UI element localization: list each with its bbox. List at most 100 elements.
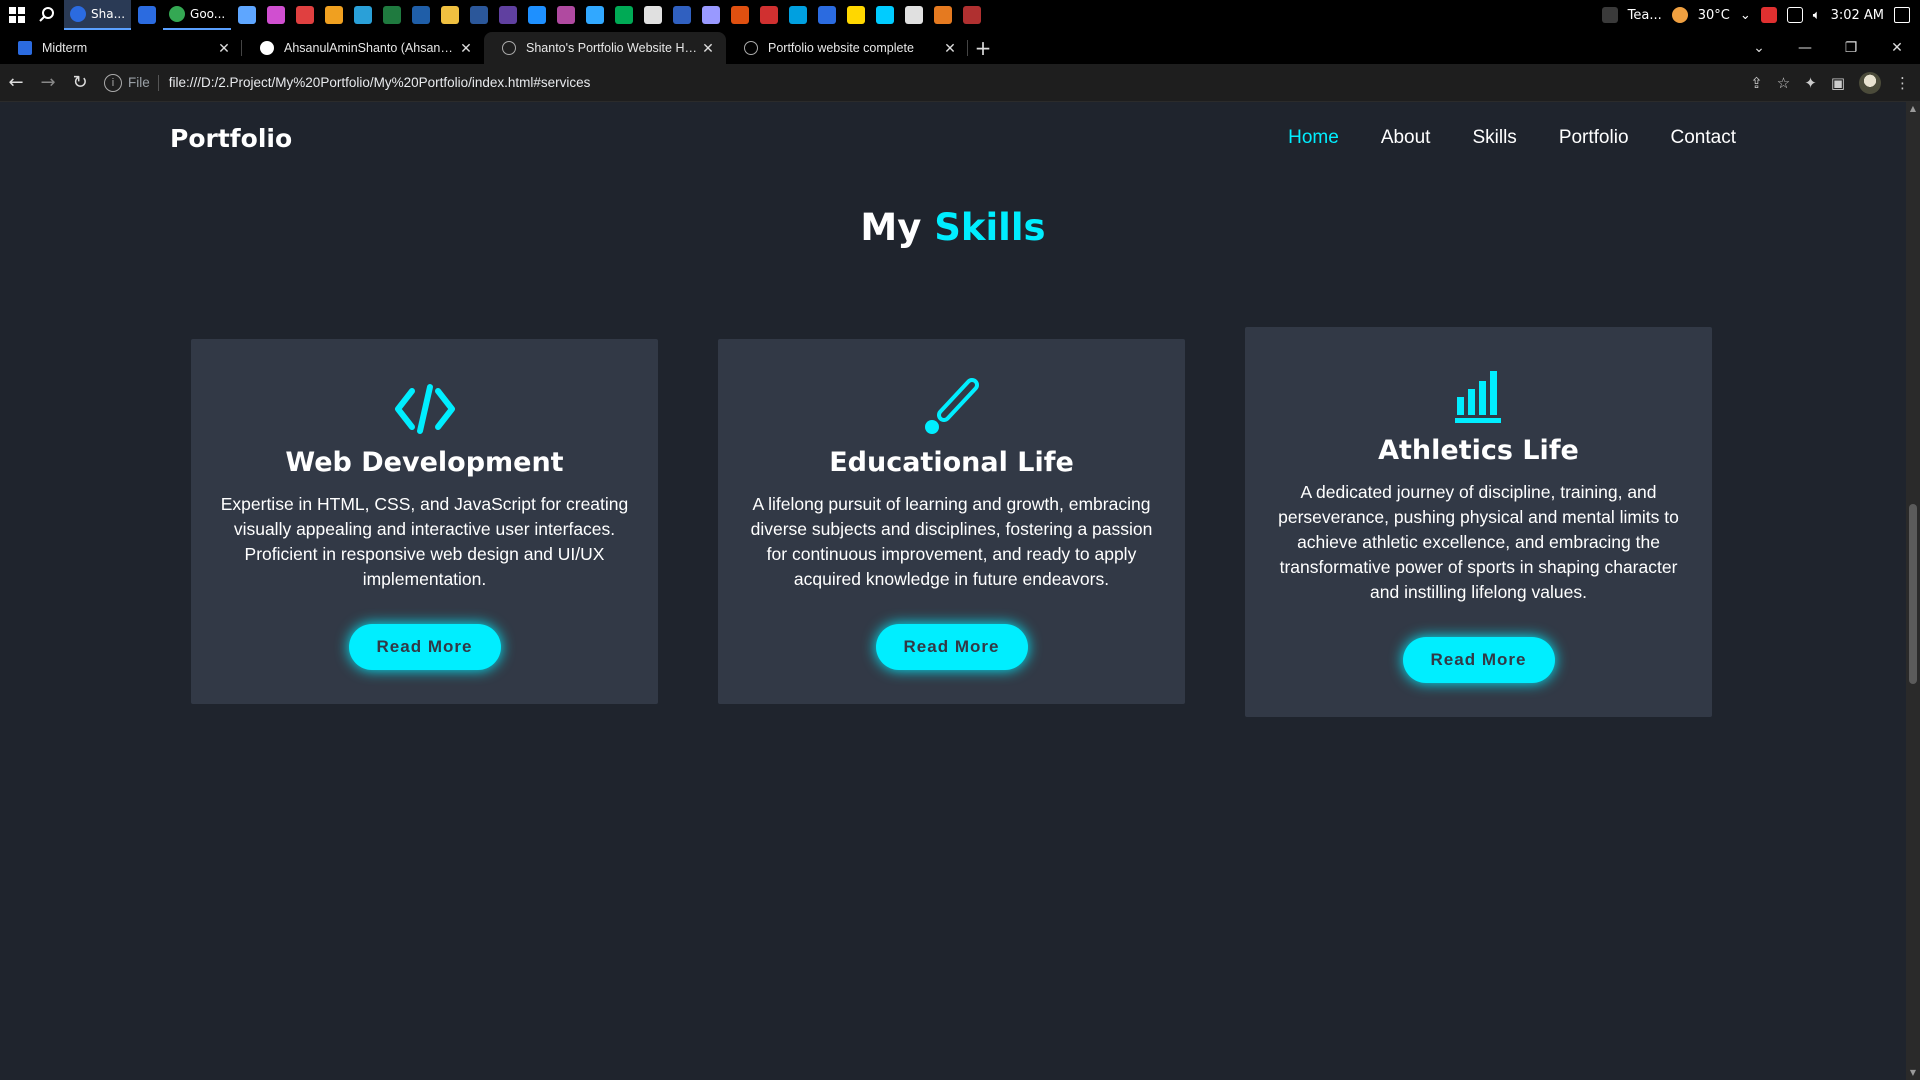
nav-skills[interactable]: Skills	[1472, 127, 1516, 149]
back-arrow-icon[interactable]: ←	[0, 67, 32, 99]
menu-kebab-icon[interactable]: ⋮	[1895, 74, 1910, 92]
app-icon	[354, 6, 373, 24]
scrollbar-thumb[interactable]	[1909, 504, 1917, 684]
taskbar-app-icon[interactable]	[466, 0, 492, 30]
search-icon[interactable]	[34, 0, 60, 30]
taskbar-app-icon[interactable]	[321, 0, 347, 30]
code-icon	[215, 375, 634, 435]
close-tab-icon[interactable]: ✕	[942, 40, 958, 57]
nav-about[interactable]: About	[1381, 127, 1431, 149]
read-more-button[interactable]: Read More	[348, 624, 501, 670]
teams-icon[interactable]	[1601, 7, 1618, 23]
taskbar-app-icon[interactable]	[756, 0, 782, 30]
app-icon	[267, 6, 286, 24]
taskbar-app-icon[interactable]	[872, 0, 898, 30]
notification-icon[interactable]	[1894, 7, 1910, 23]
share-icon[interactable]: ⇪	[1750, 74, 1763, 92]
taskbar-app-icon[interactable]	[234, 0, 260, 30]
browser-toolbar: ← → ↻ i File file:///D:/2.Project/My%20P…	[0, 64, 1920, 102]
close-tab-icon[interactable]: ✕	[700, 40, 716, 57]
nav-home[interactable]: Home	[1288, 127, 1339, 149]
reload-icon[interactable]: ↻	[64, 67, 96, 99]
antivirus-icon[interactable]	[1760, 7, 1777, 23]
app-icon	[934, 6, 953, 24]
start-button[interactable]	[0, 0, 34, 30]
taskbar-app-icon[interactable]	[553, 0, 579, 30]
taskbar-app-icon[interactable]	[930, 0, 956, 30]
classroom-icon	[18, 41, 32, 55]
url-text[interactable]: file:///D:/2.Project/My%20Portfolio/My%2…	[169, 75, 591, 90]
app-icon	[760, 6, 779, 24]
taskbar-app-icon[interactable]	[350, 0, 376, 30]
taskbar-app-icon[interactable]	[379, 0, 405, 30]
card-description: Expertise in HTML, CSS, and JavaScript f…	[220, 494, 629, 589]
card-description: A lifelong pursuit of learning and growt…	[750, 494, 1153, 589]
toolbar-actions: ⇪ ☆ ✦ ▣ ⋮	[1750, 71, 1920, 94]
read-more-button[interactable]: Read More	[875, 624, 1028, 670]
forward-arrow-icon[interactable]: →	[32, 67, 64, 99]
new-tab-button[interactable]: +	[968, 32, 998, 64]
taskbar-app-icon[interactable]	[292, 0, 318, 30]
close-tab-icon[interactable]: ✕	[458, 40, 474, 57]
taskbar-app-icon[interactable]	[669, 0, 695, 30]
card-title: Web Development	[285, 447, 564, 478]
taskbar-chrome-button[interactable]: Goo...	[163, 0, 232, 30]
tab-title: Shanto's Portfolio Website HTML	[526, 41, 700, 55]
app-icon	[963, 6, 982, 24]
profile-avatar[interactable]	[1859, 71, 1881, 94]
taskbar-app-icon[interactable]	[495, 0, 521, 30]
extensions-puzzle-icon[interactable]: ✦	[1804, 74, 1817, 92]
taskbar-app-icon[interactable]	[437, 0, 463, 30]
taskbar-app-icon[interactable]	[640, 0, 666, 30]
taskbar-app-icon[interactable]	[959, 0, 985, 30]
site-logo[interactable]: Portfolio	[170, 124, 292, 153]
chrome-icon	[70, 6, 86, 22]
tab-shanto-portfolio[interactable]: Shanto's Portfolio Website HTML ✕	[484, 32, 726, 64]
close-tab-icon[interactable]: ✕	[216, 40, 232, 57]
tab-github[interactable]: AhsanulAminShanto (Ahsanul Amin Shanto) …	[242, 32, 484, 64]
taskbar-app-icon[interactable]	[524, 0, 550, 30]
card-title: Athletics Life	[1378, 435, 1579, 466]
taskbar-app-icon[interactable]	[263, 0, 289, 30]
taskbar-app-icon[interactable]	[843, 0, 869, 30]
scroll-down-arrow-icon[interactable]: ▼	[1906, 1066, 1920, 1080]
nav-contact[interactable]: Contact	[1671, 127, 1736, 149]
site-header: Portfolio Home About Skills Portfolio Co…	[0, 102, 1906, 174]
close-window-icon[interactable]: ✕	[1874, 40, 1920, 56]
taskbar-app-icon[interactable]	[698, 0, 724, 30]
site-info-icon[interactable]: i	[104, 73, 122, 92]
minimize-icon[interactable]: —	[1782, 40, 1828, 56]
chevron-up-icon[interactable]: ⌄	[1740, 8, 1751, 23]
taskbar-app-icon[interactable]	[611, 0, 637, 30]
side-panel-icon[interactable]: ▣	[1831, 74, 1845, 92]
bar-chart-icon	[1269, 363, 1688, 423]
taskbar-app-icon[interactable]	[134, 0, 160, 30]
page-scrollbar[interactable]: ▲ ▼	[1906, 102, 1920, 1080]
taskbar-app-label: Sha...	[91, 7, 126, 21]
read-more-button[interactable]: Read More	[1402, 637, 1555, 683]
network-icon[interactable]	[1786, 7, 1803, 23]
taskbar-app-icon[interactable]	[901, 0, 927, 30]
section-heading: My Skills	[0, 206, 1906, 249]
restore-icon[interactable]: ❐	[1828, 40, 1874, 56]
scroll-up-arrow-icon[interactable]: ▲	[1906, 102, 1920, 116]
tab-search-icon[interactable]: ⌄	[1736, 40, 1782, 56]
volume-icon[interactable]: 🔈︎	[1813, 8, 1821, 23]
taskbar-apps: Sha... Goo...	[64, 0, 985, 30]
taskbar-app-icon[interactable]	[408, 0, 434, 30]
site-navbar: Home About Skills Portfolio Contact	[1288, 127, 1736, 149]
taskbar-app-icon[interactable]	[785, 0, 811, 30]
tab-portfolio-complete[interactable]: Portfolio website complete ✕	[726, 32, 968, 64]
taskbar-app-icon[interactable]	[727, 0, 753, 30]
taskbar-app-icon[interactable]	[814, 0, 840, 30]
nav-portfolio[interactable]: Portfolio	[1559, 127, 1629, 149]
app-icon	[470, 6, 489, 24]
taskbar-app-icon[interactable]	[582, 0, 608, 30]
clock[interactable]: 3:02 AM	[1831, 8, 1884, 23]
tab-midterm[interactable]: Midterm ✕	[0, 32, 242, 64]
address-bar[interactable]: i File file:///D:/2.Project/My%20Portfol…	[104, 68, 1750, 98]
taskbar-app-label: Goo...	[190, 7, 226, 21]
taskbar-chrome-portfolio-button[interactable]: Sha...	[64, 0, 132, 30]
weather-icon[interactable]	[1671, 7, 1688, 23]
bookmark-star-icon[interactable]: ☆	[1777, 74, 1790, 92]
